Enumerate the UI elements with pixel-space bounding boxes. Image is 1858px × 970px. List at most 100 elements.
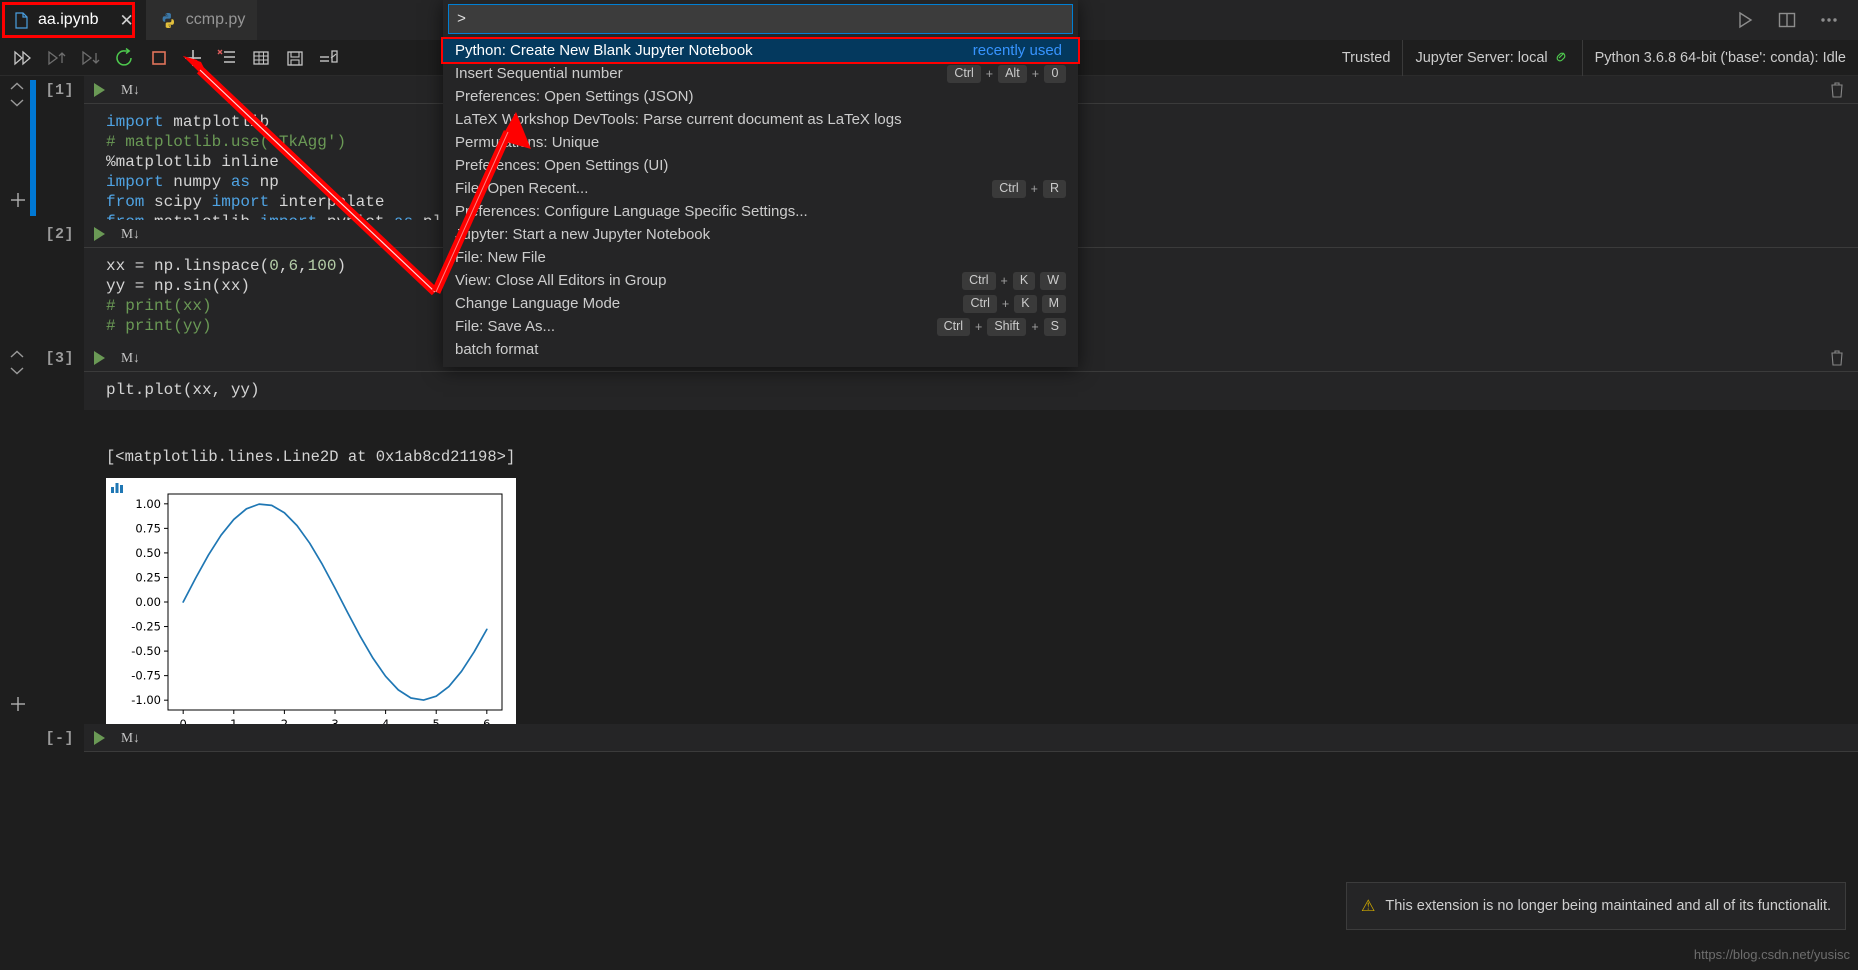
kernel-status[interactable]: Python 3.6.8 64-bit ('base': conda): Idl… [1581, 40, 1858, 76]
keybinding-key: 0 [1044, 64, 1066, 83]
command-palette-item[interactable]: File: Open Recent... Ctrl + R [443, 177, 1078, 200]
variables-button[interactable] [244, 43, 278, 73]
y-tick-label: -1.00 [131, 693, 161, 707]
cell-collapse-chevrons[interactable] [8, 80, 30, 110]
command-palette-item[interactable]: Preferences: Configure Language Specific… [443, 200, 1078, 223]
cell-output-text: [<matplotlib.lines.Line2D at 0x1ab8cd211… [106, 448, 516, 466]
interrupt-kernel-button[interactable] [142, 43, 176, 73]
notification-text: This extension is no longer being mainta… [1385, 898, 1831, 914]
jupyter-server-status[interactable]: Jupyter Server: local [1402, 40, 1581, 76]
notebook-cell[interactable]: [3] M↓ plt.plot(xx, yy) [<matplotlib.lin… [0, 344, 1858, 744]
command-palette-item[interactable]: Jupyter: Start a new Jupyter Notebook [443, 223, 1078, 246]
chevron-down-icon[interactable] [8, 364, 26, 378]
cell-output-plot: -1.00 -0.75 -0.50 -0.25 0.00 0.25 0.50 0.75 1.00… [0, 472, 516, 744]
command-palette-item-label: Insert Sequential number [455, 65, 623, 82]
keybinding-key: Ctrl [947, 64, 981, 83]
close-icon[interactable]: ✕ [120, 12, 134, 29]
insert-cell-icon[interactable] [8, 694, 28, 714]
chevron-down-icon[interactable] [8, 96, 26, 110]
save-notebook-button[interactable] [278, 43, 312, 73]
run-cell-icon[interactable] [94, 82, 105, 97]
notebook-cell[interactable]: [-] M↓ [0, 697, 1858, 784]
run-cells-below-button[interactable] [74, 43, 108, 73]
notification-toast[interactable]: ⚠ This extension is no longer being main… [1346, 882, 1846, 930]
notebook-file-icon [14, 11, 29, 29]
cell-toolbar: M↓ [84, 724, 1858, 752]
keybinding-chips: Ctrl + K M [963, 294, 1066, 313]
split-editor-icon[interactable] [1776, 9, 1798, 31]
cell-active-indicator [30, 80, 36, 216]
delete-cell-icon[interactable] [1830, 81, 1844, 98]
cell-collapse-chevrons[interactable] [8, 348, 30, 378]
run-cell-icon[interactable] [94, 226, 105, 241]
notebook-status-segments: Trusted Jupyter Server: local Python 3.6… [1330, 40, 1858, 76]
tab-bar-actions [1724, 0, 1858, 40]
recently-used-badge: recently used [972, 42, 1062, 59]
keybinding-chips: Ctrl + R [992, 179, 1066, 198]
command-palette-list[interactable]: Python: Create New Blank Jupyter Noteboo… [441, 37, 1080, 367]
command-palette-item-label: Preferences: Open Settings (JSON) [455, 88, 694, 105]
keybinding-plus: + [975, 319, 983, 334]
run-all-icon[interactable] [1734, 9, 1756, 31]
command-palette-item[interactable]: Insert Sequential number Ctrl + Alt +0 [443, 62, 1078, 85]
delete-cell-icon[interactable] [1830, 349, 1844, 366]
cell-source-code[interactable]: plt.plot(xx, yy) [84, 372, 1858, 410]
command-palette-item-label: Jupyter: Start a new Jupyter Notebook [455, 226, 711, 243]
watermark-text: https://blog.csdn.net/yusisc [1693, 947, 1850, 962]
tab-aa-ipynb[interactable]: aa.ipynb ✕ [0, 0, 146, 40]
trusted-status[interactable]: Trusted [1330, 40, 1403, 76]
clear-outputs-button[interactable] [210, 43, 244, 73]
run-cells-above-button[interactable] [40, 43, 74, 73]
command-palette-item-label: View: Close All Editors in Group [455, 272, 667, 289]
insert-cell-icon[interactable] [8, 190, 28, 210]
command-palette-item-label: Preferences: Configure Language Specific… [455, 203, 808, 220]
y-tick-label: 0.50 [135, 546, 161, 560]
command-palette-item[interactable]: File: Save As... Ctrl + Shift + S [443, 315, 1078, 338]
command-palette-item[interactable]: Permutations: Unique [443, 131, 1078, 154]
keybinding-key: R [1042, 179, 1066, 198]
command-palette-item[interactable]: Preferences: Open Settings (UI) [443, 154, 1078, 177]
chevron-up-icon[interactable] [8, 348, 26, 362]
y-tick-label: 0.25 [135, 570, 161, 584]
command-palette-item[interactable]: File: New File [443, 246, 1078, 269]
command-palette[interactable]: > Python: Create New Blank Jupyter Noteb… [441, 0, 1080, 367]
chevron-up-icon[interactable] [8, 80, 26, 94]
python-file-icon [160, 12, 177, 29]
cell-language-glyph[interactable]: M↓ [121, 730, 140, 746]
add-cell-button[interactable] [176, 43, 210, 73]
command-palette-item[interactable]: View: Close All Editors in Group Ctrl + K W [443, 269, 1078, 292]
cell-gutter: [-] [0, 697, 84, 784]
cell-language-glyph[interactable]: M↓ [121, 350, 140, 366]
keybinding-key: M [1041, 294, 1066, 313]
cell-execution-count: [1] [45, 82, 74, 99]
command-palette-item[interactable]: Python: Create New Blank Jupyter Noteboo… [441, 37, 1080, 64]
tab-label: ccmp.py [185, 11, 246, 28]
run-all-cells-button[interactable] [6, 43, 40, 73]
cell-gutter: [2] [0, 193, 84, 344]
command-palette-item[interactable]: batch format [443, 338, 1078, 361]
more-actions-icon[interactable] [1818, 9, 1840, 31]
y-tick-label: 0.75 [135, 521, 161, 535]
run-cell-icon[interactable] [94, 350, 105, 365]
keybinding-chips: Ctrl + K W [962, 271, 1066, 290]
command-palette-item[interactable]: Change Language Mode Ctrl + K M [443, 292, 1078, 315]
cell-language-glyph[interactable]: M↓ [121, 82, 140, 98]
matplotlib-figure[interactable]: -1.00 -0.75 -0.50 -0.25 0.00 0.25 0.50 0.75 1.00… [106, 478, 516, 744]
command-palette-item[interactable]: Preferences: Open Settings (JSON) [443, 85, 1078, 108]
command-palette-input[interactable]: > [448, 4, 1073, 34]
cell-language-glyph[interactable]: M↓ [121, 226, 140, 242]
cell-body[interactable]: M↓ [84, 724, 1858, 752]
restart-kernel-button[interactable] [108, 43, 142, 73]
command-palette-item[interactable]: LaTeX Workshop DevTools: Parse current d… [443, 108, 1078, 131]
command-palette-item-label: Permutations: Unique [455, 134, 600, 151]
tab-ccmp-py[interactable]: ccmp.py [145, 0, 258, 40]
command-palette-item-label: Change Language Mode [455, 295, 621, 312]
output-chart-icon [110, 481, 124, 494]
run-cell-icon[interactable] [94, 730, 105, 745]
keybinding-key: W [1040, 271, 1066, 290]
vscode-window: aa.ipynb ✕ ccmp.py Trusted Jupyter Serve… [0, 0, 1858, 970]
export-notebook-button[interactable] [312, 43, 346, 73]
keybinding-key: Alt [998, 64, 1027, 83]
y-tick-label: 0.00 [135, 595, 161, 609]
keybinding-chips: Ctrl + Alt +0 [947, 64, 1066, 83]
